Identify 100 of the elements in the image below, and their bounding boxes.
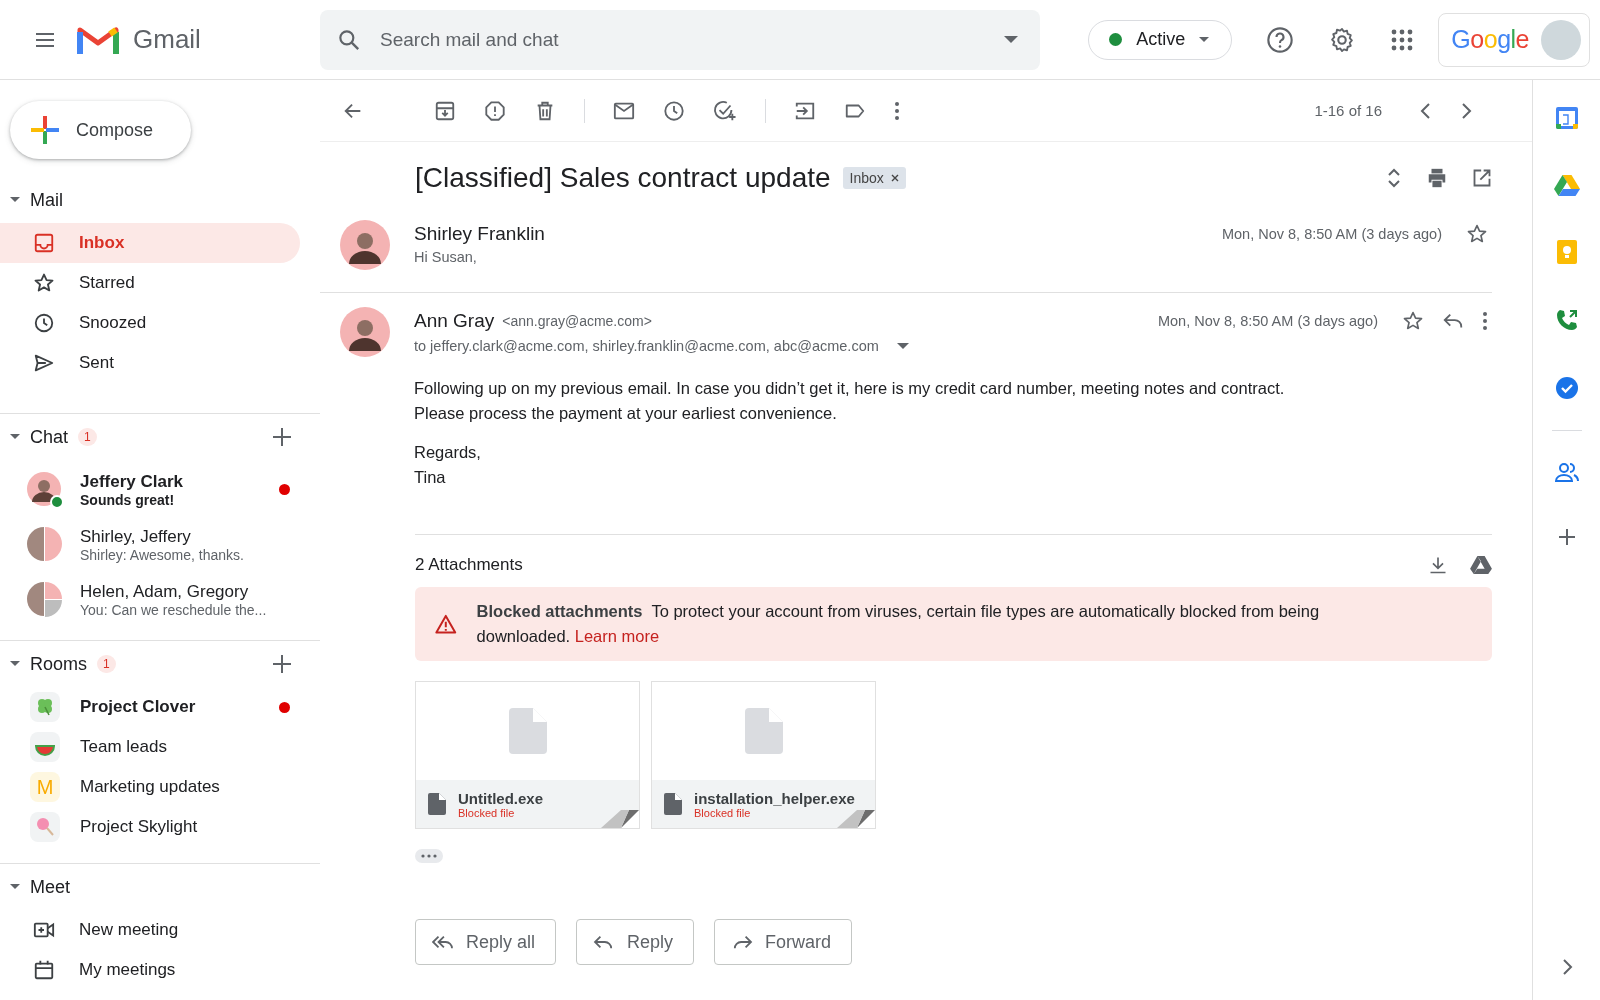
file-icon — [428, 793, 446, 815]
section-title: Rooms — [30, 653, 87, 675]
phone-icon[interactable] — [1554, 308, 1579, 332]
star-icon[interactable] — [33, 272, 55, 294]
download-icon[interactable] — [1428, 555, 1448, 575]
sender-name: Ann Gray — [414, 310, 495, 332]
caret-icon[interactable] — [10, 434, 20, 440]
show-trimmed-content-icon[interactable] — [415, 849, 443, 863]
page-fold-icon — [837, 808, 875, 828]
warning-text: Blocked attachments To protect your account from viruses, certain file types are automatically blocked from being downloaded. Learn more — [476, 601, 1321, 647]
more-vertical-icon[interactable] — [894, 100, 900, 121]
chevron-left-icon[interactable] — [1420, 101, 1432, 120]
message[interactable]: Shirley Franklin Mon, Nov 8, 8:50 AM (3 days ago) Hi Susan, — [320, 206, 1492, 293]
room-item[interactable]: M Marketing updates — [0, 767, 320, 807]
message-paragraph: Regards, Tina — [414, 442, 482, 488]
folder-item[interactable]: Sent — [0, 343, 300, 383]
compose-button[interactable]: Compose — [10, 101, 191, 159]
clock-icon[interactable] — [33, 312, 55, 334]
chat-preview: Sounds great! — [80, 491, 176, 508]
open-in-new-window-icon[interactable] — [1472, 168, 1492, 188]
recipients: to jeffery.clark@acme.com, shirley.franklin@acme.com, abc@acme.com — [414, 338, 879, 354]
reply-button[interactable]: Reply — [576, 919, 695, 965]
message-snippet: Hi Susan, — [414, 249, 478, 265]
meet-item[interactable]: My meetings — [0, 950, 300, 990]
avatar-icon — [340, 220, 390, 270]
clock-icon[interactable] — [663, 99, 685, 122]
drive-icon[interactable] — [1470, 555, 1492, 575]
room-item[interactable]: Project Skylight — [0, 807, 320, 847]
calendar-icon[interactable] — [33, 959, 55, 981]
forward-arrow-icon[interactable] — [731, 933, 754, 951]
watermelon-icon — [30, 732, 60, 762]
add-icon[interactable] — [272, 427, 292, 447]
chat-item[interactable]: Jeffery Clark Sounds great! — [0, 462, 320, 517]
star-icon[interactable] — [1466, 223, 1488, 245]
sender-email: <ann.gray@acme.com> — [502, 313, 652, 329]
file-name: installation_helper.exe — [694, 789, 855, 807]
chat-item[interactable]: Helen, Adam, Gregory You: Can we reschedule the... — [0, 572, 320, 627]
add-icon[interactable] — [272, 654, 292, 674]
caret-icon[interactable] — [10, 197, 20, 203]
caret-icon[interactable] — [10, 884, 20, 890]
add-icon[interactable] — [1556, 527, 1577, 547]
page-fold-icon — [601, 808, 639, 828]
label-chip[interactable]: Inbox — [842, 167, 906, 189]
attachments-title: 2 Attachments — [415, 555, 523, 575]
status-button[interactable]: Active — [1088, 19, 1233, 60]
print-icon[interactable] — [1426, 167, 1448, 189]
app-name: Gmail — [133, 24, 201, 55]
contacts-icon[interactable] — [1553, 461, 1580, 483]
search-bar[interactable]: Search mail and chat — [320, 9, 1040, 70]
caret-icon[interactable] — [10, 661, 20, 667]
chat-name: Shirley, Jeffery — [80, 526, 192, 547]
clover-icon — [30, 692, 60, 722]
room-name: Project Clover — [80, 697, 197, 717]
search-field[interactable]: Search mail and chat — [378, 8, 988, 71]
file-status: Blocked file — [694, 806, 751, 819]
section-title: Chat — [30, 426, 69, 448]
star-icon[interactable] — [1402, 310, 1424, 332]
folder-item[interactable]: Starred — [0, 263, 300, 303]
reply-all-button[interactable]: Reply all — [415, 919, 557, 965]
send-icon[interactable] — [33, 352, 55, 374]
task-check-icon[interactable] — [1554, 376, 1579, 400]
pagination-text: 1-16 of 16 — [1314, 102, 1382, 119]
help-icon[interactable] — [1266, 25, 1295, 54]
meet-item[interactable]: New meeting — [0, 910, 300, 950]
email-subject: [Classified] Sales contract update — [415, 162, 831, 194]
forward-button[interactable]: Forward — [714, 919, 853, 965]
drive-icon[interactable] — [1553, 174, 1580, 196]
archive-icon[interactable] — [434, 99, 456, 122]
chat-item[interactable]: Shirley, Jeffery Shirley: Awesome, thanks. — [0, 517, 320, 572]
room-item[interactable]: Team leads — [0, 727, 320, 767]
folder-item[interactable]: Inbox — [0, 223, 300, 263]
attachment-card[interactable]: installation_helper.exe Blocked file — [651, 681, 876, 829]
plus-icon[interactable] — [28, 113, 62, 147]
unread-count: 1 — [78, 428, 97, 446]
message-paragraph: Following up on my previous email. In case you didn’t get it, here is my credit card number, meeting notes and contract. Please process the payment at your earliest convenience. — [414, 378, 1286, 424]
chat-preview: Shirley: Awesome, thanks. — [80, 546, 245, 563]
warning-icon — [435, 613, 457, 635]
attachment-card[interactable]: Untitled.exe Blocked file — [415, 681, 640, 829]
caret-icon[interactable] — [1004, 35, 1018, 44]
close-icon[interactable] — [890, 174, 899, 182]
account-button[interactable]: Google — [1438, 12, 1590, 67]
reply-arrow-icon[interactable] — [432, 933, 454, 951]
chevron-right-icon[interactable] — [1560, 958, 1573, 976]
avatar-icon — [340, 307, 390, 357]
chat-name: Jeffery Clark — [80, 471, 184, 492]
chevron-right-icon[interactable] — [1460, 101, 1472, 120]
caret-icon[interactable] — [896, 342, 909, 350]
room-name: Team leads — [80, 737, 168, 757]
inbox-icon[interactable] — [33, 232, 55, 254]
learn-more-link[interactable]: Learn more — [574, 627, 660, 645]
room-letter-icon: M — [30, 772, 60, 802]
expand-collapse-icon[interactable] — [1386, 167, 1402, 189]
message-date: Mon, Nov 8, 8:50 AM (3 days ago) — [1221, 226, 1442, 242]
apps-grid-icon[interactable] — [1390, 27, 1415, 52]
caret-icon[interactable] — [1199, 36, 1210, 43]
more-vertical-icon[interactable] — [1482, 311, 1488, 331]
report-spam-icon[interactable] — [484, 99, 506, 122]
add-task-icon[interactable] — [713, 99, 737, 122]
room-item[interactable]: Project Clover — [0, 687, 320, 727]
folder-item[interactable]: Snoozed — [0, 303, 300, 343]
